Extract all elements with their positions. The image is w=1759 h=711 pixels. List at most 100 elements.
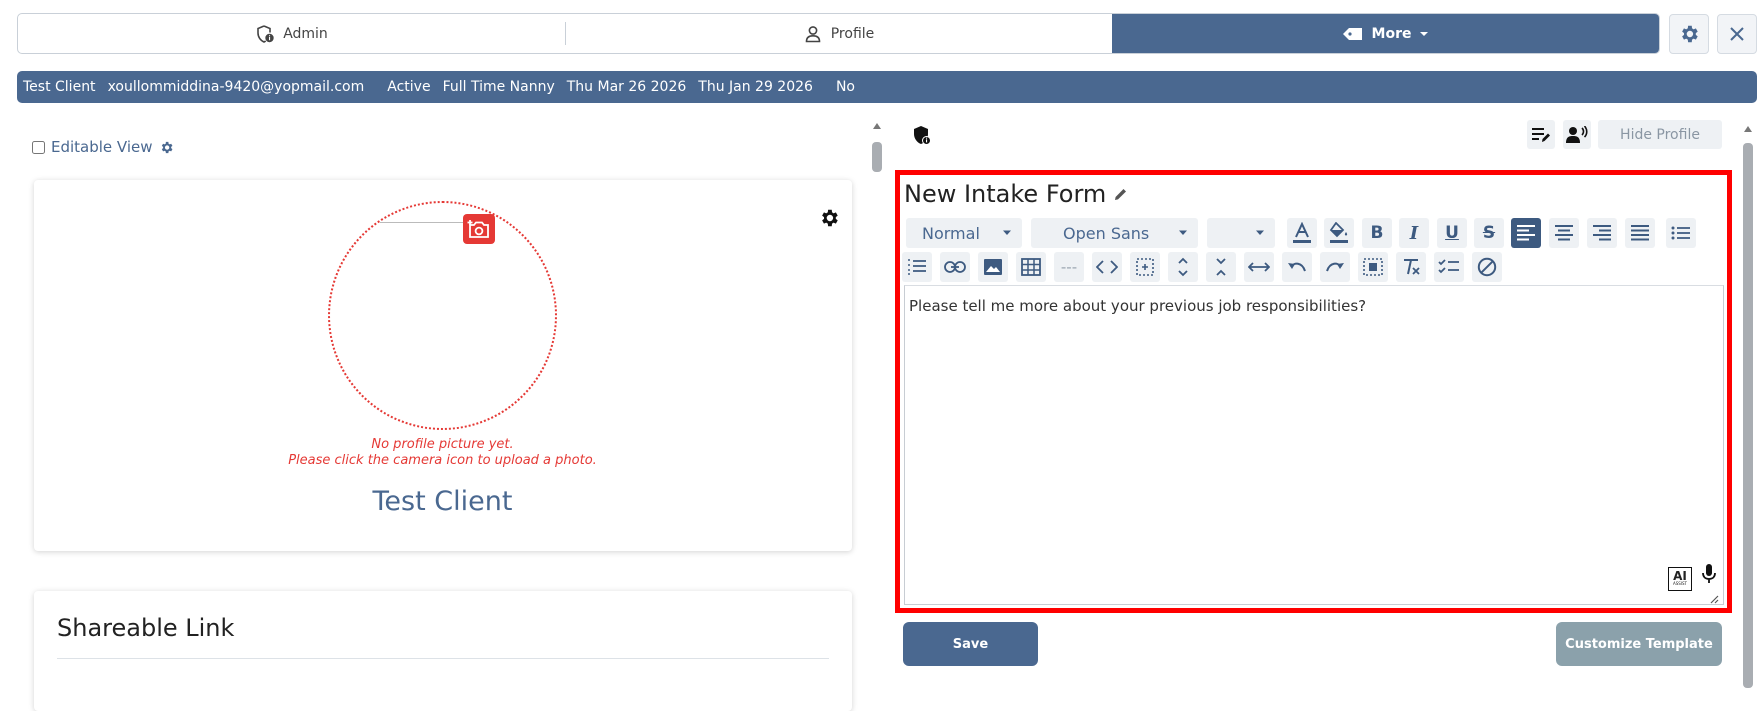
align-center-button[interactable] xyxy=(1549,218,1579,248)
info-date-1: Thu Mar 26 2026 xyxy=(566,79,687,95)
resize-handle-icon[interactable] xyxy=(1709,594,1719,604)
disable-button[interactable] xyxy=(1472,252,1502,282)
left-scroll-thumb[interactable] xyxy=(872,142,882,172)
image-icon xyxy=(983,258,1003,276)
shareable-link-title: Shareable Link xyxy=(57,614,235,642)
dotted-box-icon xyxy=(1136,258,1154,276)
paragraph-style-select[interactable]: Normal xyxy=(906,218,1022,248)
undo-button[interactable] xyxy=(1282,252,1312,282)
align-right-icon xyxy=(1592,225,1612,241)
upload-photo-button[interactable] xyxy=(463,214,495,244)
align-left-button[interactable] xyxy=(1511,218,1541,248)
insert-block-button[interactable] xyxy=(1130,252,1160,282)
numbered-list-button[interactable] xyxy=(902,252,932,282)
settings-button[interactable] xyxy=(1669,14,1709,54)
edit-list-button[interactable] xyxy=(1527,120,1555,149)
divider xyxy=(380,222,464,223)
tab-profile-label: Profile xyxy=(830,25,875,42)
gear-icon[interactable] xyxy=(818,207,840,229)
customize-template-button[interactable]: Customize Template xyxy=(1556,622,1722,666)
arrows-horizontal-icon xyxy=(1248,261,1270,273)
clear-format-button[interactable] xyxy=(1396,252,1426,282)
font-family-select[interactable]: Open Sans xyxy=(1031,218,1198,248)
align-right-button[interactable] xyxy=(1587,218,1617,248)
code-button[interactable] xyxy=(1092,252,1122,282)
caret-down-icon xyxy=(1178,230,1188,236)
shield-info-icon[interactable] xyxy=(912,125,932,146)
close-button[interactable] xyxy=(1717,14,1757,54)
scroll-up-icon[interactable] xyxy=(872,122,882,130)
checklist-button[interactable] xyxy=(1434,252,1464,282)
editable-view-checkbox[interactable] xyxy=(32,140,45,154)
info-date-2: Thu Jan 29 2026 xyxy=(698,79,813,95)
undo-icon xyxy=(1287,260,1307,274)
no-picture-text: No profile picture yet. xyxy=(371,437,514,452)
justify-button[interactable] xyxy=(1625,218,1655,248)
bold-button[interactable]: B xyxy=(1362,218,1392,248)
speech-button[interactable] xyxy=(1563,120,1591,149)
microphone-icon[interactable] xyxy=(1701,563,1717,585)
editable-view-toggle[interactable]: Editable View xyxy=(32,138,174,156)
divider xyxy=(57,658,829,659)
form-title: New Intake Form xyxy=(904,180,1128,208)
font-size-select[interactable] xyxy=(1207,218,1275,248)
italic-icon: I xyxy=(1409,222,1419,244)
tab-more[interactable]: More xyxy=(1112,14,1659,53)
redo-button[interactable] xyxy=(1320,252,1350,282)
chevron-up-down-icon xyxy=(1177,257,1189,277)
expand-vertical-button[interactable] xyxy=(1168,252,1198,282)
code-icon xyxy=(1096,260,1118,274)
camera-plus-icon xyxy=(467,219,491,239)
info-name: Test Client xyxy=(23,79,96,95)
expand-horizontal-button[interactable] xyxy=(1244,252,1274,282)
underline-button[interactable]: U xyxy=(1437,218,1467,248)
tag-icon xyxy=(1342,25,1364,43)
chevron-collapse-icon xyxy=(1215,257,1227,277)
gear-icon[interactable] xyxy=(159,140,174,155)
horizontal-rule-button[interactable]: --- xyxy=(1054,252,1084,282)
paint-bucket-icon xyxy=(1329,222,1349,244)
table-button[interactable] xyxy=(1016,252,1046,282)
bold-icon: B xyxy=(1370,223,1384,243)
tab-admin[interactable]: Admin xyxy=(18,14,565,53)
rich-text-editor[interactable]: Please tell me more about your previous … xyxy=(904,285,1724,605)
save-button[interactable]: Save xyxy=(903,622,1038,666)
align-center-icon xyxy=(1554,225,1574,241)
link-button[interactable] xyxy=(940,252,970,282)
collapse-vertical-button[interactable] xyxy=(1206,252,1236,282)
caret-down-icon xyxy=(1002,230,1012,236)
tab-profile[interactable]: Profile xyxy=(565,14,1112,53)
close-icon xyxy=(1729,26,1745,42)
pencil-icon[interactable] xyxy=(1114,187,1128,201)
select-all-button[interactable] xyxy=(1358,252,1388,282)
hide-profile-button[interactable]: Hide Profile xyxy=(1598,120,1722,149)
tab-more-label: More xyxy=(1371,25,1412,42)
select-box-icon xyxy=(1363,258,1383,276)
scroll-up-icon[interactable] xyxy=(1743,125,1753,133)
bullet-list-icon xyxy=(1671,226,1691,240)
caret-down-icon xyxy=(1255,230,1265,236)
block-icon xyxy=(1477,257,1497,277)
right-scrollbar[interactable] xyxy=(1743,125,1753,688)
highlight-color-button[interactable] xyxy=(1324,218,1354,248)
strikethrough-button[interactable]: S xyxy=(1474,218,1504,248)
link-icon xyxy=(944,261,966,273)
horizontal-rule-icon: --- xyxy=(1060,258,1078,276)
numbered-list-icon xyxy=(907,259,927,275)
table-icon xyxy=(1021,258,1041,276)
info-email: xoullommiddina-9420@yopmail.com xyxy=(107,79,365,95)
info-status: Active xyxy=(387,79,431,95)
image-button[interactable] xyxy=(978,252,1008,282)
top-tab-bar: Admin Profile More xyxy=(17,13,1660,54)
info-role: Full Time Nanny xyxy=(442,79,555,95)
bullet-list-button[interactable] xyxy=(1666,218,1696,248)
text-color-button[interactable] xyxy=(1287,218,1317,248)
shareable-link-card xyxy=(34,591,852,711)
italic-button[interactable]: I xyxy=(1399,218,1429,248)
right-scroll-thumb[interactable] xyxy=(1743,143,1753,688)
client-name: Test Client xyxy=(372,486,513,517)
left-scrollbar[interactable] xyxy=(872,122,882,692)
shield-info-icon xyxy=(255,24,275,44)
align-left-icon xyxy=(1516,225,1536,241)
ai-assist-button[interactable]: AI ASSIST xyxy=(1668,567,1692,591)
